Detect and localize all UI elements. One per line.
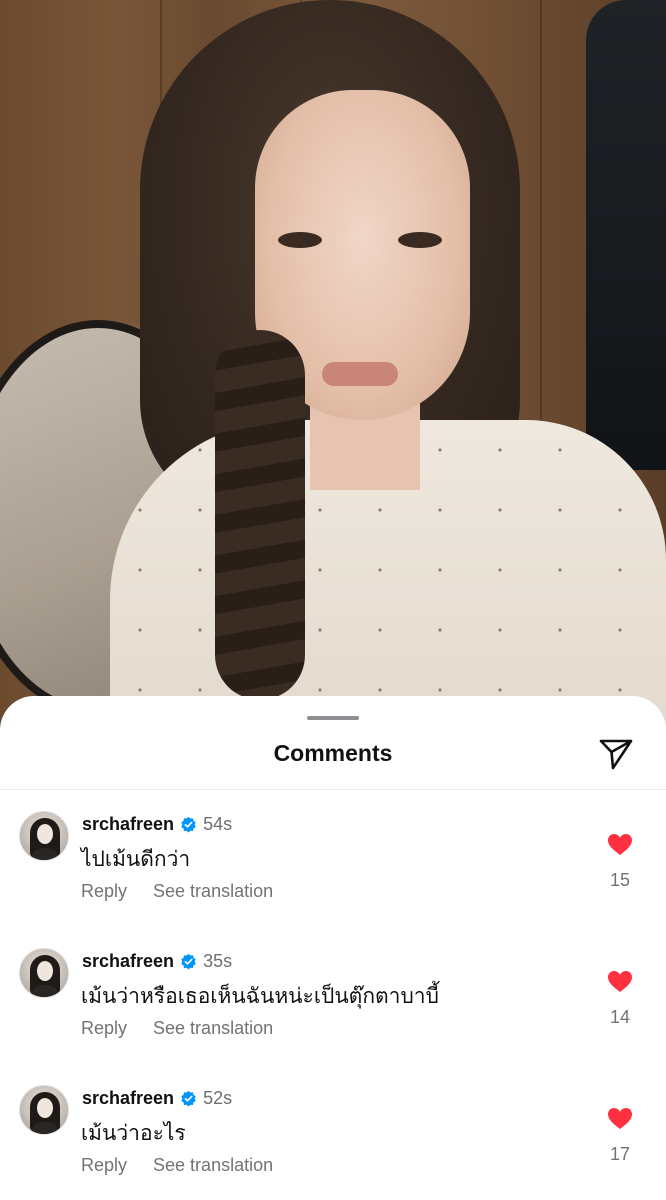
comment-actions: Reply See translation bbox=[81, 1018, 273, 1039]
comment-timestamp: 52s bbox=[203, 1087, 233, 1108]
sheet-title: Comments bbox=[273, 740, 393, 766]
reply-button[interactable]: Reply bbox=[81, 1018, 127, 1039]
sheet-divider bbox=[0, 789, 666, 790]
photo-subject-braid bbox=[215, 330, 305, 700]
comment-text: ไปเม้นดีกว่า bbox=[81, 848, 191, 871]
heart-icon[interactable] bbox=[607, 970, 633, 993]
sheet-grabber[interactable] bbox=[307, 716, 359, 720]
comments-sheet: Comments srchafreen 54s ไปเม้นดีกว่า Rep… bbox=[0, 696, 666, 1200]
like-control: 14 bbox=[604, 970, 636, 1028]
photo-background-person bbox=[586, 0, 666, 470]
share-button[interactable] bbox=[596, 736, 636, 772]
comment-item: srchafreen 54s ไปเม้นดีกว่า Reply See tr… bbox=[0, 811, 666, 931]
avatar-body bbox=[31, 985, 59, 997]
like-control: 17 bbox=[604, 1107, 636, 1165]
comment-item: srchafreen 35s เม้นว่าหรือเธอเห็นฉันหน่ะ… bbox=[0, 948, 666, 1068]
heart-icon[interactable] bbox=[607, 1107, 633, 1130]
avatar-face bbox=[37, 824, 53, 844]
comment-text: เม้นว่าอะไร bbox=[81, 1122, 186, 1145]
comment-actions: Reply See translation bbox=[81, 881, 273, 902]
reply-button[interactable]: Reply bbox=[81, 881, 127, 902]
avatar-face bbox=[37, 1098, 53, 1118]
avatar[interactable] bbox=[19, 948, 69, 998]
avatar-face bbox=[37, 961, 53, 981]
post-photo[interactable] bbox=[0, 0, 666, 760]
verified-badge-icon bbox=[181, 1090, 196, 1106]
comment-header: srchafreen 35s bbox=[82, 948, 232, 974]
comment-timestamp: 54s bbox=[203, 813, 233, 834]
photo-subject-eye bbox=[278, 232, 322, 248]
like-count: 17 bbox=[609, 1144, 631, 1164]
comment-actions: Reply See translation bbox=[81, 1155, 273, 1176]
like-count: 14 bbox=[609, 1007, 631, 1027]
like-count: 15 bbox=[609, 870, 631, 890]
screen: Comments srchafreen 54s ไปเม้นดีกว่า Rep… bbox=[0, 0, 666, 1200]
comment-item: srchafreen 52s เม้นว่าอะไร Reply See tra… bbox=[0, 1085, 666, 1200]
username[interactable]: srchafreen bbox=[82, 951, 174, 972]
paper-plane-icon bbox=[599, 739, 633, 770]
see-translation-button[interactable]: See translation bbox=[153, 881, 273, 902]
avatar-body bbox=[31, 1122, 59, 1134]
comment-header: srchafreen 54s bbox=[82, 811, 232, 837]
like-control: 15 bbox=[604, 833, 636, 891]
comment-text: เม้นว่าหรือเธอเห็นฉันหน่ะเป็นตุ๊กตาบาบี้ bbox=[81, 985, 439, 1008]
avatar[interactable] bbox=[19, 1085, 69, 1135]
verified-badge-icon bbox=[181, 953, 196, 969]
photo-subject-eye bbox=[398, 232, 442, 248]
avatar[interactable] bbox=[19, 811, 69, 861]
avatar-body bbox=[31, 848, 59, 860]
username[interactable]: srchafreen bbox=[82, 1088, 174, 1109]
photo-subject-lips bbox=[322, 362, 398, 386]
username[interactable]: srchafreen bbox=[82, 814, 174, 835]
reply-button[interactable]: Reply bbox=[81, 1155, 127, 1176]
see-translation-button[interactable]: See translation bbox=[153, 1018, 273, 1039]
see-translation-button[interactable]: See translation bbox=[153, 1155, 273, 1176]
heart-icon[interactable] bbox=[607, 833, 633, 856]
comment-timestamp: 35s bbox=[203, 950, 233, 971]
comment-header: srchafreen 52s bbox=[82, 1085, 232, 1111]
verified-badge-icon bbox=[181, 816, 196, 832]
